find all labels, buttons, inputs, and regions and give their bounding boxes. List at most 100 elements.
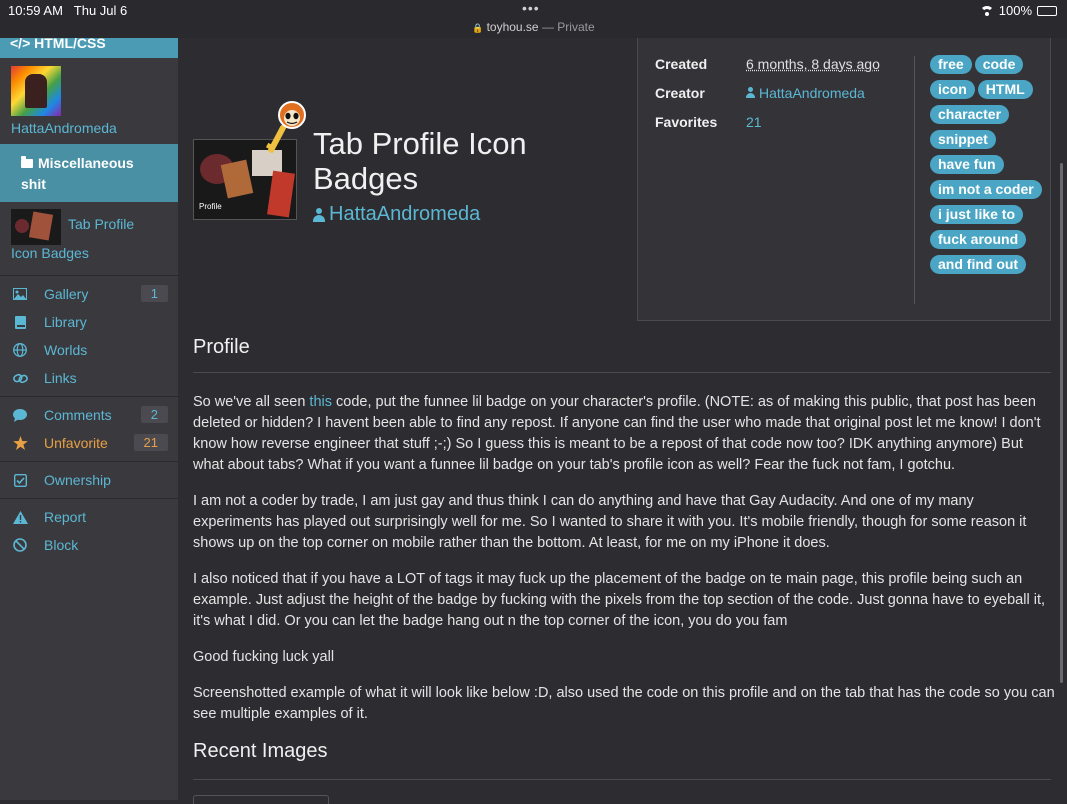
divider (193, 372, 1051, 373)
tag[interactable]: HTML (977, 80, 1033, 99)
owner-name: HattaAndromeda (329, 203, 481, 225)
profile-paragraph: I also noticed that if you have a LOT of… (193, 571, 1045, 629)
recent-images-heading: Recent Images (193, 740, 328, 762)
sidebar-item-label: Unfavorite (44, 435, 108, 451)
tag[interactable]: i just like to (930, 205, 1024, 224)
sidebar-item-block[interactable]: Block (0, 531, 178, 559)
tag[interactable]: fuck around (930, 230, 1027, 249)
tag[interactable]: im not a coder (930, 180, 1042, 199)
gallery-count: 1 (140, 285, 168, 302)
main-content: Profile Tab Profile Icon Badges HattaAnd… (178, 38, 1067, 804)
sidebar-nav-moderation: Report Block (0, 499, 178, 563)
sidebar-item-links[interactable]: Links (0, 364, 178, 392)
sidebar-item-worlds[interactable]: Worlds (0, 336, 178, 364)
tag[interactable]: snippet (930, 130, 996, 149)
icon-art-part (267, 170, 295, 218)
sidebar-section-title[interactable]: </> HTML/CSS (0, 38, 178, 58)
status-bar: 10:59 AM Thu Jul 6 ••• 🔒 toyhou.se — Priv… (0, 0, 1067, 38)
sidebar-tab-line1: Tab Profile (68, 216, 135, 232)
tag[interactable]: free (930, 55, 972, 74)
profile-body: So we've all seen this code, put the fun… (193, 392, 1055, 740)
sidebar-item-label: Gallery (44, 286, 89, 302)
sidebar-item-label: Ownership (44, 472, 111, 488)
address-bar[interactable]: 🔒 toyhou.se — Private (0, 20, 1067, 34)
this-link[interactable]: this (309, 394, 332, 410)
info-label: Favorites (655, 114, 718, 130)
owner-link[interactable]: HattaAndromeda (313, 203, 480, 226)
tag[interactable]: have fun (930, 155, 1004, 174)
tab-thumbnail[interactable] (11, 209, 61, 245)
address-domain: toyhou.se (486, 20, 539, 34)
sidebar-item-label: Library (44, 314, 87, 330)
warning-icon (12, 510, 28, 524)
tag[interactable]: code (974, 55, 1024, 74)
tag[interactable]: character (930, 105, 1010, 124)
sidebar: </> HTML/CSS HattaAndromeda Miscellaneou… (0, 38, 178, 800)
sidebar-item-gallery[interactable]: Gallery 1 (0, 280, 178, 308)
sidebar-username[interactable]: HattaAndromeda (11, 120, 178, 136)
lock-icon: 🔒 (472, 23, 484, 33)
sidebar-item-ownership[interactable]: Ownership (0, 466, 178, 494)
sidebar-tab-item[interactable]: Tab Profile Icon Badges (0, 202, 178, 276)
status-time: 10:59 AM Thu Jul 6 (8, 3, 128, 18)
scrollbar[interactable] (1060, 163, 1063, 683)
character-icon-label: Profile (199, 202, 222, 211)
multitask-dots[interactable]: ••• (522, 0, 540, 16)
sidebar-item-library[interactable]: Library (0, 308, 178, 336)
sidebar-item-unfavorite[interactable]: Unfavorite 21 (0, 429, 178, 457)
sidebar-nav-social: Comments 2 Unfavorite 21 (0, 397, 178, 462)
profile-badge-icon (265, 101, 306, 153)
tag-list: free code icon HTML character snippet have… (930, 55, 1050, 280)
creator-link[interactable]: HattaAndromeda (746, 85, 865, 101)
info-favorites: Favorites 21 (655, 114, 762, 130)
sidebar-tab-line2: Icon Badges (11, 245, 89, 261)
avatar[interactable] (11, 66, 61, 116)
folder-icon (21, 156, 33, 168)
info-creator: Creator HattaAndromeda (655, 85, 865, 101)
page-title: Tab Profile Icon Badges (313, 126, 527, 196)
sidebar-item-label: Report (44, 509, 87, 525)
wifi-icon (979, 5, 994, 16)
sidebar-item-comments[interactable]: Comments 2 (0, 401, 178, 429)
profile-paragraph: Screenshotted example of what it will lo… (193, 685, 1055, 722)
profile-heading: Profile (193, 336, 250, 358)
sidebar-item-label: Comments (44, 407, 112, 423)
creator-name: HattaAndromeda (759, 85, 865, 101)
check-square-icon (12, 473, 28, 487)
tag[interactable]: icon (930, 80, 975, 99)
star-icon (12, 436, 28, 450)
battery-icon (1037, 5, 1057, 16)
sidebar-folder-line2: shit (21, 176, 46, 192)
page-title-line2: Badges (313, 161, 419, 196)
info-label: Creator (655, 85, 705, 101)
image-icon (12, 287, 28, 301)
sidebar-folder-line1: Miscellaneous (38, 155, 134, 171)
status-right: 100% (979, 3, 1057, 18)
sidebar-item-report[interactable]: Report (0, 503, 178, 531)
book-icon (12, 315, 28, 329)
profile-paragraph: I am not a coder by trade, I am just gay… (193, 493, 1027, 551)
comment-icon (12, 408, 28, 422)
sidebar-nav-ownership: Ownership (0, 462, 178, 499)
battery-percent: 100% (998, 3, 1032, 18)
favorites-link[interactable]: 21 (746, 114, 762, 130)
sidebar-user[interactable]: HattaAndromeda (0, 58, 178, 144)
created-date: 6 months, 8 days ago (746, 56, 880, 72)
info-panel: Created 6 months, 8 days ago Creator Hat… (637, 38, 1051, 321)
icon-art-part (220, 159, 254, 199)
profile-paragraph: So we've all seen this code, put the fun… (193, 394, 1041, 473)
info-created: Created 6 months, 8 days ago (655, 56, 880, 72)
sidebar-folder[interactable]: Miscellaneous shit (0, 144, 178, 202)
address-privacy: — Private (541, 20, 595, 34)
user-icon (746, 87, 755, 98)
info-label: Created (655, 56, 708, 72)
sidebar-item-label: Links (44, 370, 77, 386)
divider (193, 779, 1051, 780)
tag[interactable]: and find out (930, 255, 1027, 274)
sidebar-nav-main: Gallery 1 Library Worlds Links (0, 276, 178, 397)
block-icon (12, 538, 28, 552)
link-icon (12, 371, 28, 385)
sidebar-item-label: Block (44, 537, 79, 553)
globe-icon (12, 343, 28, 357)
comments-count: 2 (140, 406, 168, 423)
